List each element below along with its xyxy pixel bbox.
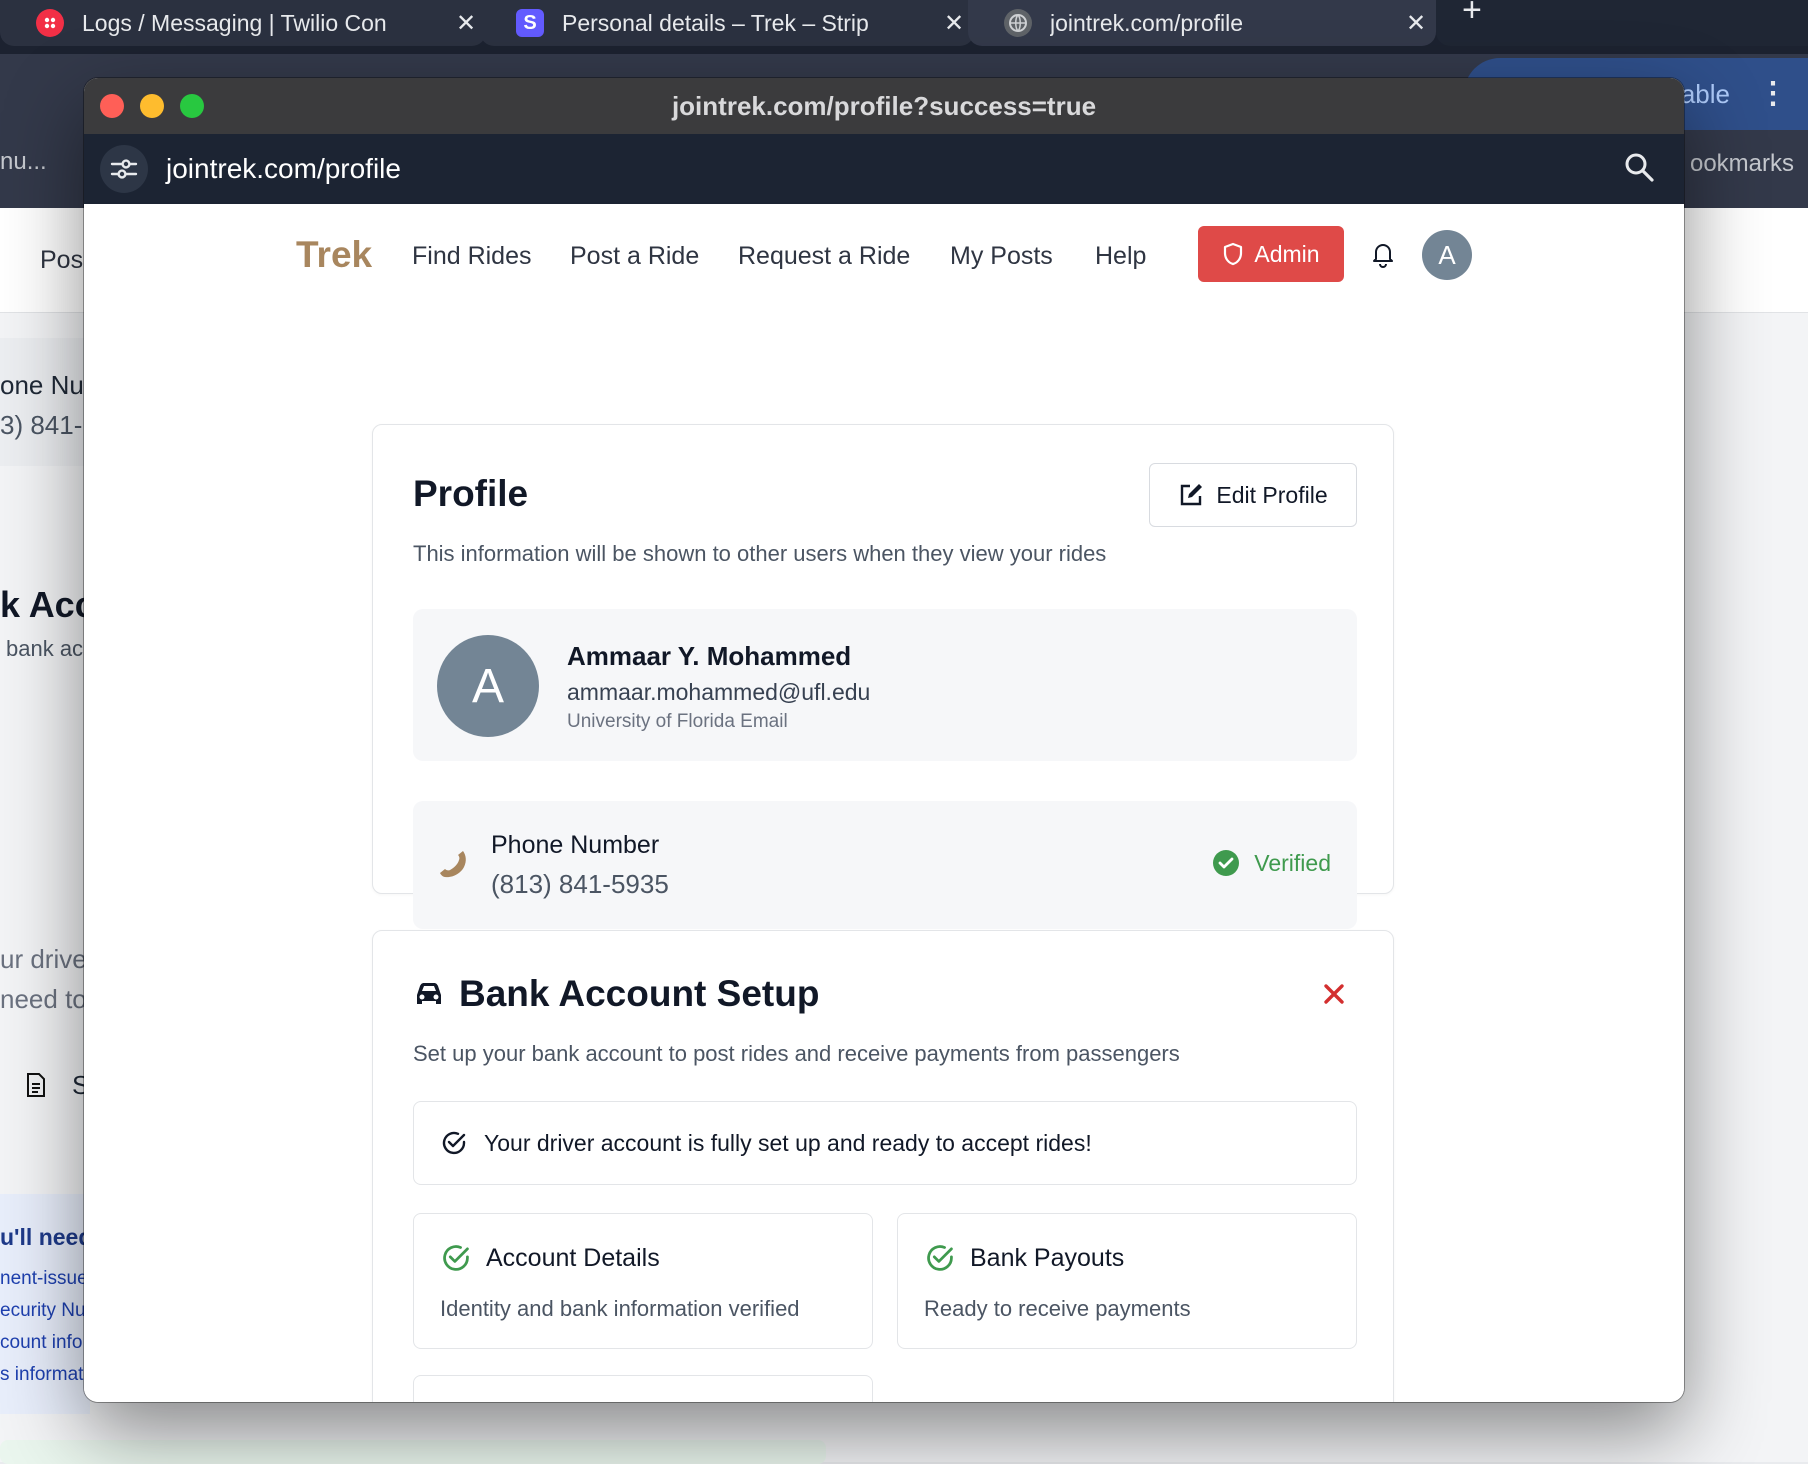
phone-info-box: Phone Number (813) 841-5935 Verified [413, 801, 1357, 929]
document-icon [24, 1072, 48, 1103]
url-text[interactable]: jointrek.com/profile [166, 153, 401, 185]
status-head: Account Details [440, 1242, 660, 1274]
close-icon[interactable] [1323, 983, 1345, 1010]
account-details-title: Account Details [486, 1243, 660, 1272]
avatar[interactable]: A [1422, 230, 1472, 280]
background-text-fragment: bank ac [6, 636, 84, 661]
twilio-icon [36, 9, 64, 37]
background-tab-title: jointrek.com/profile [1050, 9, 1244, 36]
bank-payouts-title: Bank Payouts [970, 1243, 1125, 1272]
check-circle-icon [442, 1131, 466, 1155]
email-note: University of Florida Email [567, 711, 788, 732]
status-card-partial [413, 1375, 873, 1402]
window-titlebar: jointrek.com/profile?success=true [84, 78, 1684, 134]
edit-icon [1181, 484, 1203, 506]
ready-message: Your driver account is fully set up and … [484, 1129, 1092, 1156]
check-circle-icon [1213, 850, 1240, 876]
ready-alert: Your driver account is fully set up and … [413, 1101, 1357, 1185]
bank-payouts-desc: Ready to receive payments [924, 1296, 1191, 1321]
background-heading-fragment: k Acc [0, 584, 95, 625]
close-icon[interactable]: ✕ [1396, 9, 1436, 38]
background-tab-active[interactable]: jointrek.com/profile ✕ [968, 0, 1436, 46]
background-text-fragment: need to [0, 984, 87, 1014]
profile-card: Profile Edit Profile This information wi… [372, 424, 1394, 929]
background-link-fragment: u'll need [0, 1224, 93, 1250]
background-tab-title: Personal details – Trek – Strip [562, 9, 869, 36]
site-settings-icon[interactable] [100, 145, 148, 193]
bank-setup-subtitle: Set up your bank account to post rides a… [413, 1041, 1180, 1066]
popup-window: jointrek.com/profile?success=true jointr… [84, 78, 1684, 1402]
traffic-lights [100, 94, 204, 118]
user-name: Ammaar Y. Mohammed [567, 641, 852, 671]
search-icon[interactable] [1622, 150, 1658, 191]
window-title: jointrek.com/profile?success=true [671, 90, 1097, 121]
nav-link-find-rides[interactable]: Find Rides [412, 242, 532, 271]
bank-setup-title-text: Bank Account Setup [459, 973, 820, 1014]
globe-icon [1004, 9, 1032, 37]
background-text-fragment: one Nur [0, 370, 93, 400]
bank-payouts-card: Bank Payouts Ready to receive payments [897, 1213, 1357, 1349]
profile-subtitle: This information will be shown to other … [413, 541, 1107, 566]
background-text-fragment: ur drive [0, 944, 87, 974]
background-tab-strip: Logs / Messaging | Twilio Con ✕ S Person… [0, 0, 1808, 54]
address-bar: jointrek.com/profile [84, 134, 1684, 204]
background-link-fragment: ecurity Nu [0, 1300, 86, 1321]
status-head: Bank Payouts [924, 1242, 1124, 1274]
admin-button[interactable]: Admin [1198, 226, 1344, 282]
bank-setup-card: Bank Account Setup Set up your bank acco… [372, 930, 1394, 1402]
edit-profile-button[interactable]: Edit Profile [1149, 463, 1357, 527]
phone-icon [437, 847, 471, 886]
background-bookmarks-label: ookmarks [1689, 150, 1794, 177]
stripe-icon: S [516, 9, 544, 37]
bank-setup-title: Bank Account Setup [413, 973, 819, 1015]
app-navbar: Trek Find Rides Post a Ride Request a Ri… [84, 204, 1684, 307]
bell-icon[interactable] [1370, 240, 1396, 273]
minimize-window-button[interactable] [140, 94, 164, 118]
avatar: A [437, 635, 539, 737]
verified-label: Verified [1254, 849, 1331, 876]
nav-link-post-ride[interactable]: Post a Ride [570, 242, 699, 271]
brand-logo[interactable]: Trek [296, 234, 372, 276]
user-email: ammaar.mohammed@ufl.edu [567, 679, 871, 705]
background-tab-title: Logs / Messaging | Twilio Con [82, 9, 387, 36]
check-circle-icon [443, 1245, 469, 1271]
phone-label: Phone Number [491, 831, 660, 859]
page-title: Profile [413, 473, 529, 514]
car-icon [417, 983, 441, 1004]
background-text-fragment: 3) 841- [0, 410, 83, 440]
close-window-button[interactable] [100, 94, 124, 118]
verified-badge: Verified [1212, 849, 1331, 877]
background-tab-twilio[interactable]: Logs / Messaging | Twilio Con ✕ [0, 0, 486, 46]
kebab-menu-icon[interactable]: ⋮ [1758, 76, 1788, 111]
user-info-box: A Ammaar Y. Mohammed ammaar.mohammed@ufl… [413, 609, 1357, 761]
shield-icon [1224, 242, 1243, 266]
nav-link-my-posts[interactable]: My Posts [950, 242, 1053, 271]
admin-label: Admin [1254, 240, 1320, 267]
background-link-fragment: nent-issue [0, 1268, 88, 1289]
account-details-desc: Identity and bank information verified [440, 1296, 800, 1321]
nav-link-help[interactable]: Help [1095, 242, 1146, 271]
maximize-window-button[interactable] [180, 94, 204, 118]
account-details-card: Account Details Identity and bank inform… [413, 1213, 873, 1349]
page-content: Profile Edit Profile This information wi… [84, 306, 1684, 1402]
edit-profile-label: Edit Profile [1216, 481, 1328, 508]
phone-value: (813) 841-5935 [491, 869, 669, 899]
background-tab-stripe[interactable]: S Personal details – Trek – Strip ✕ [480, 0, 974, 46]
check-circle-icon [927, 1245, 953, 1271]
nav-link-request-ride[interactable]: Request a Ride [738, 242, 910, 271]
new-tab-button[interactable]: + [1436, 0, 1808, 46]
background-bookmark-fragment: nu... [0, 148, 47, 175]
background-nav-fragment: Pos [40, 246, 84, 274]
background-success-panel [0, 1440, 826, 1464]
background-panel [0, 338, 90, 466]
background-link-fragment: count info [0, 1332, 83, 1353]
background-link-fragment: s informat [0, 1364, 84, 1385]
